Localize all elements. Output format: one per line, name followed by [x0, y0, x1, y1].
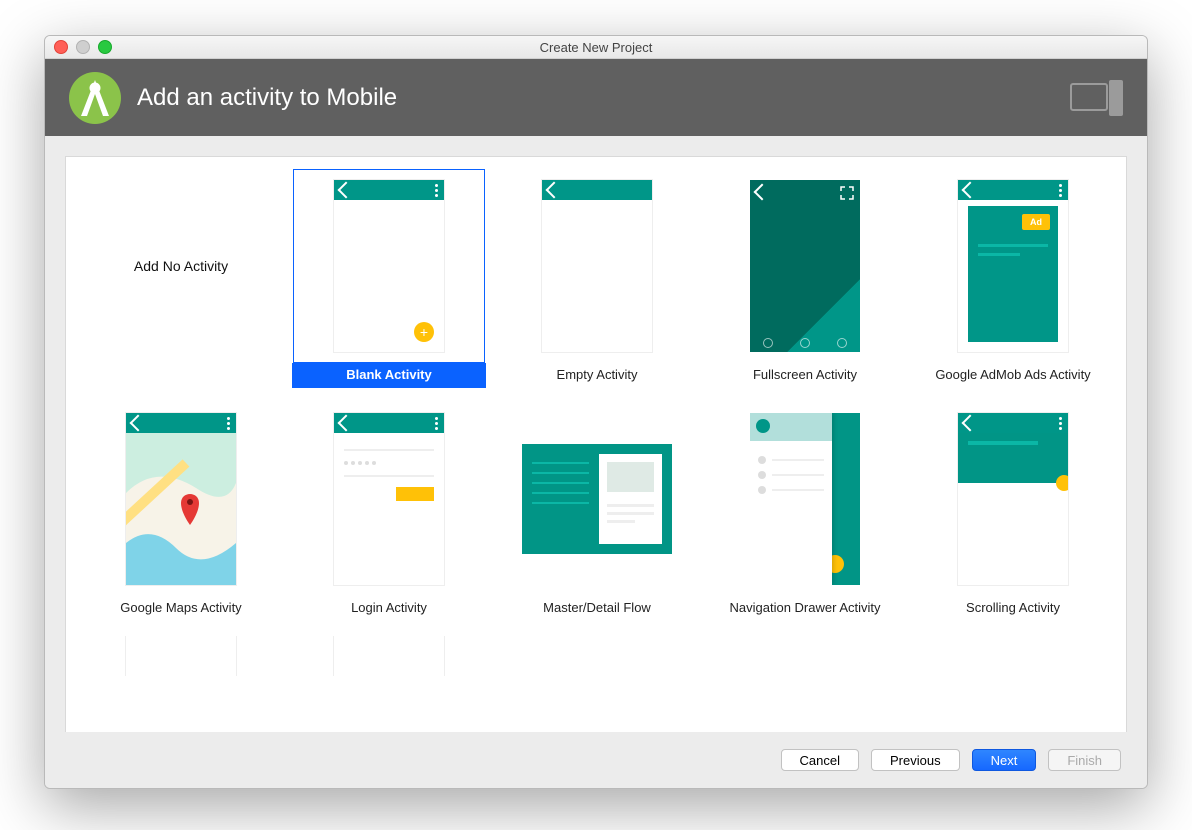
window-title: Create New Project: [45, 40, 1147, 55]
template-panel: Add No Activity . + Blank Activity: [65, 156, 1127, 732]
phone-mock-icon: [541, 179, 653, 353]
template-caption: Scrolling Activity: [916, 596, 1110, 621]
template-grid: Add No Activity . + Blank Activity: [84, 169, 1108, 677]
template-caption: Fullscreen Activity: [708, 363, 902, 388]
overflow-icon: [435, 184, 438, 197]
template-thumb: [85, 635, 277, 677]
back-arrow-icon: [546, 182, 563, 199]
template-thumb: [917, 402, 1109, 596]
add-no-activity-label: Add No Activity: [134, 258, 228, 274]
login-button-icon: [396, 487, 434, 501]
previous-button[interactable]: Previous: [871, 749, 960, 771]
zoom-window-button[interactable]: [98, 40, 112, 54]
template-nav-drawer[interactable]: Navigation Drawer Activity: [708, 402, 902, 621]
phone-mock-icon: [125, 635, 237, 677]
template-admob-activity[interactable]: Ad Google AdMob Ads Activity: [916, 169, 1110, 388]
template-thumb: [293, 402, 485, 596]
template-thumb: [293, 635, 485, 677]
template-partial-2[interactable]: [292, 635, 486, 677]
template-partial-1[interactable]: [84, 635, 278, 677]
overflow-icon: [1059, 417, 1062, 430]
phone-mock-icon: [957, 412, 1069, 586]
template-thumb: [709, 402, 901, 596]
phone-mock-icon: Ad: [957, 179, 1069, 353]
template-thumb: +: [293, 169, 485, 363]
template-thumb: Ad: [917, 169, 1109, 363]
back-arrow-icon: [338, 415, 355, 432]
template-thumb: Add No Activity: [85, 169, 277, 363]
banner: Add an activity to Mobile: [45, 59, 1147, 136]
phone-mock-icon: [750, 413, 860, 585]
phone-mock-icon: [750, 180, 860, 352]
back-arrow-icon: [754, 184, 771, 201]
phone-mock-icon: [125, 412, 237, 586]
cancel-button[interactable]: Cancel: [781, 749, 859, 771]
template-thumb: [501, 169, 693, 363]
template-caption: Google AdMob Ads Activity: [916, 363, 1110, 388]
back-arrow-icon: [338, 182, 355, 199]
overflow-icon: [227, 417, 230, 430]
star-fab-icon: [1056, 475, 1069, 491]
template-caption: Google Maps Activity: [84, 596, 278, 621]
template-caption: Blank Activity: [292, 363, 486, 388]
banner-heading: Add an activity to Mobile: [137, 84, 397, 112]
footer: Cancel Previous Next Finish: [45, 732, 1147, 788]
template-master-detail[interactable]: Master/Detail Flow: [500, 402, 694, 621]
tablet-mock-icon: [522, 444, 672, 554]
overflow-icon: [435, 417, 438, 430]
template-caption: Master/Detail Flow: [500, 596, 694, 621]
phone-mock-icon: +: [333, 179, 445, 353]
close-window-button[interactable]: [54, 40, 68, 54]
finish-button: Finish: [1048, 749, 1121, 771]
back-arrow-icon: [962, 415, 979, 432]
form-factor-mobile-icon: [1069, 78, 1125, 118]
template-thumb: [501, 402, 693, 596]
fullscreen-icon: [840, 186, 854, 200]
android-studio-logo-icon: [67, 70, 123, 126]
overflow-icon: [1059, 184, 1062, 197]
template-maps-activity[interactable]: Google Maps Activity: [84, 402, 278, 621]
template-caption: Navigation Drawer Activity: [708, 596, 902, 621]
template-thumb: [85, 402, 277, 596]
dialog-window: Create New Project Add an activity to Mo…: [44, 35, 1148, 789]
window-controls: [54, 40, 112, 54]
fab-icon: +: [414, 322, 434, 342]
titlebar: Create New Project: [45, 36, 1147, 59]
phone-mock-icon: [333, 412, 445, 586]
template-blank-activity[interactable]: + Blank Activity: [292, 169, 486, 388]
ad-badge: Ad: [1022, 214, 1050, 230]
map-graphic-icon: [126, 433, 236, 585]
minimize-window-button[interactable]: [76, 40, 90, 54]
next-button[interactable]: Next: [972, 749, 1037, 771]
template-thumb: [709, 169, 901, 363]
template-fullscreen-activity[interactable]: Fullscreen Activity: [708, 169, 902, 388]
template-add-no-activity[interactable]: Add No Activity .: [84, 169, 278, 388]
template-empty-activity[interactable]: Empty Activity: [500, 169, 694, 388]
back-arrow-icon: [130, 415, 147, 432]
template-caption: Login Activity: [292, 596, 486, 621]
content-area: Add No Activity . + Blank Activity: [45, 136, 1147, 732]
template-caption: Empty Activity: [500, 363, 694, 388]
template-login-activity[interactable]: Login Activity: [292, 402, 486, 621]
back-arrow-icon: [962, 182, 979, 199]
template-scrolling-activity[interactable]: Scrolling Activity: [916, 402, 1110, 621]
phone-mock-icon: [333, 635, 445, 677]
